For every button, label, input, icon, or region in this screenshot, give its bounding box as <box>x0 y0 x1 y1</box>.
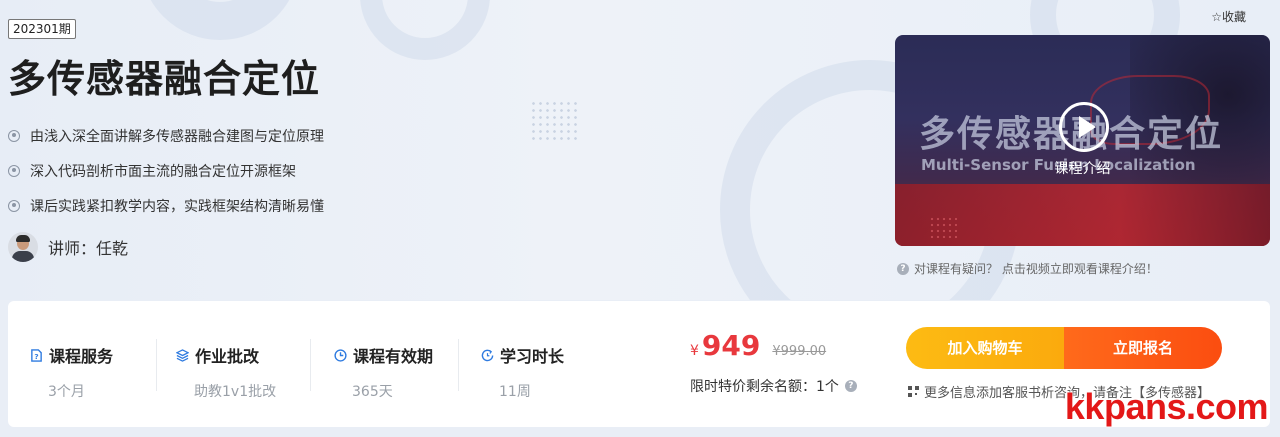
quota-info: 限时特价剩余名额：1个 ? <box>690 376 857 396</box>
currency-symbol: ¥ <box>690 343 699 359</box>
divider <box>458 339 459 391</box>
feature-text: 由浅入深全面讲解多传感器融合建图与定位原理 <box>30 128 324 145</box>
service-value: 助教1v1批改 <box>194 384 277 400</box>
target-icon <box>8 199 20 212</box>
feature-list: 由浅入深全面讲解多传感器融合建图与定位原理 深入代码剖析市面主流的融合定位开源框… <box>8 118 324 223</box>
divider <box>310 339 311 391</box>
teacher-name: 讲师：任乾 <box>48 239 129 258</box>
feature-item: 课后实践紧扣教学内容，实践框架结构清晰易懂 <box>8 188 324 223</box>
add-to-cart-button[interactable]: 加入购物车 <box>906 327 1064 369</box>
service-value: 11周 <box>499 384 531 400</box>
feature-text: 深入代码剖析市面主流的融合定位开源框架 <box>30 163 296 180</box>
question-icon: ? <box>897 262 909 275</box>
question-icon[interactable]: ? <box>844 380 857 392</box>
service-duration: 学习时长 11周 <box>481 343 564 401</box>
qrcode-icon[interactable] <box>908 386 919 397</box>
original-price: ¥999.00 <box>772 344 827 359</box>
enroll-button[interactable]: 立即报名 <box>1064 327 1222 369</box>
service-title: 课程服务 <box>49 347 114 366</box>
clock-icon <box>334 348 347 362</box>
video-hint-text: 对课程有疑问？ 点击视频立即观看课程介绍！ <box>914 262 1158 276</box>
service-value: 365天 <box>352 384 393 400</box>
watermark: kkpans.com <box>1064 386 1269 427</box>
service-course: ? 课程服务 3个月 <box>30 343 113 401</box>
play-icon[interactable] <box>1059 102 1109 152</box>
service-title: 作业批改 <box>195 347 260 366</box>
service-validity: 课程有效期 365天 <box>334 343 433 401</box>
service-homework: 作业批改 助教1v1批改 <box>176 343 276 401</box>
divider <box>156 339 157 391</box>
target-icon <box>8 129 20 142</box>
play-label: 课程介绍 <box>1054 161 1111 177</box>
background-decoration <box>360 0 490 60</box>
course-hero: ☆收藏 202301期 多传感器融合定位 由浅入深全面讲解多传感器融合建图与定位… <box>0 0 1280 300</box>
page-title: 多传感器融合定位 <box>8 57 321 101</box>
teacher-info: 讲师：任乾 <box>8 232 128 262</box>
intro-video-player[interactable]: 多传感器融合定位 Multi-Sensor Fusion Localizatio… <box>895 35 1270 246</box>
avatar <box>8 232 38 262</box>
feature-item: 深入代码剖析市面主流的融合定位开源框架 <box>8 153 324 188</box>
target-icon <box>8 164 20 177</box>
refresh-clock-icon <box>481 349 494 361</box>
layers-icon <box>176 348 189 362</box>
price-box: ¥ 949 ¥999.00 限时特价剩余名额：1个 ? <box>690 329 857 396</box>
favorite-button[interactable]: ☆收藏 <box>1211 8 1246 25</box>
service-title: 学习时长 <box>500 347 565 366</box>
current-price: 949 <box>701 329 761 362</box>
feature-text: 课后实践紧扣教学内容，实践框架结构清晰易懂 <box>30 198 324 215</box>
service-title: 课程有效期 <box>353 347 434 366</box>
background-decoration <box>140 0 300 40</box>
dot-pattern <box>530 100 580 140</box>
video-cover-dots <box>929 216 957 238</box>
svg-text:?: ? <box>34 352 38 361</box>
document-question-icon: ? <box>31 348 42 362</box>
quota-text: 限时特价剩余名额：1个 <box>690 379 839 395</box>
period-badge: 202301期 <box>8 19 76 39</box>
video-hint: ? 对课程有疑问？ 点击视频立即观看课程介绍！ <box>897 260 1158 277</box>
purchase-buttons: 加入购物车 立即报名 <box>906 327 1222 369</box>
service-value: 3个月 <box>48 384 85 400</box>
feature-item: 由浅入深全面讲解多传感器融合建图与定位原理 <box>8 118 324 153</box>
